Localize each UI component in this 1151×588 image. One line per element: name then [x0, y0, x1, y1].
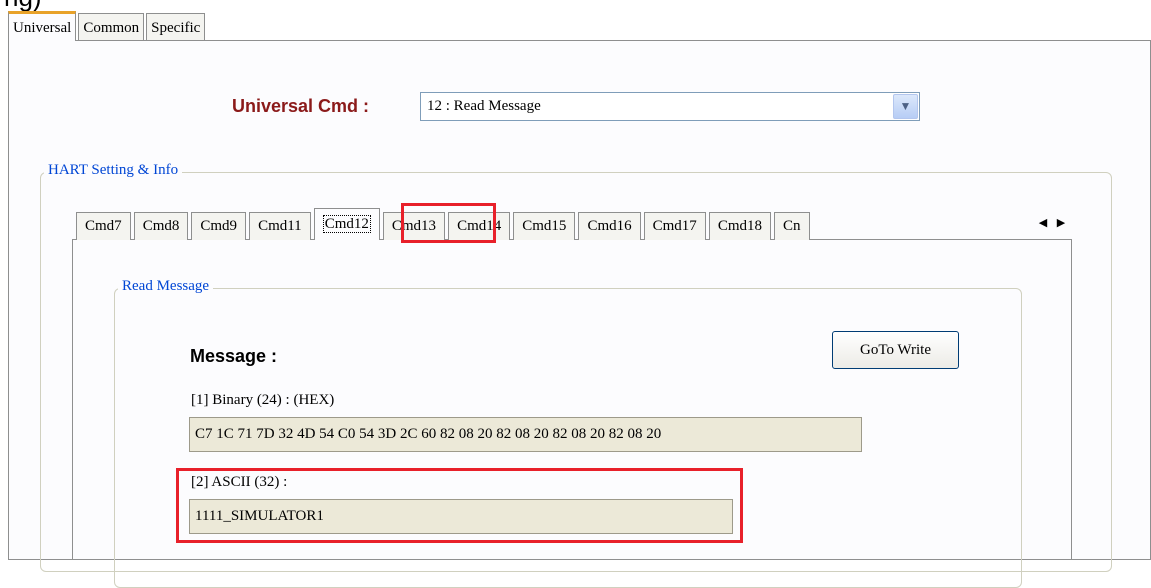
tab-cmd11[interactable]: Cmd11 [249, 212, 311, 240]
tab-cmd12[interactable]: Cmd12 [313, 208, 380, 240]
tab-cmd17[interactable]: Cmd17 [643, 212, 706, 240]
tab-cmd13[interactable]: Cmd13 [382, 212, 446, 240]
goto-write-button[interactable]: GoTo Write [832, 331, 959, 369]
tab-cmd-truncated[interactable]: Cn [774, 212, 810, 240]
tab-common[interactable]: Common [78, 13, 145, 41]
outer-tab-bar: Universal Common Specific [8, 11, 207, 41]
universal-cmd-selected-value: 12 : Read Message [427, 98, 541, 114]
read-message-legend: Read Message [118, 278, 214, 295]
universal-cmd-select[interactable]: 12 : Read Message ▼ [420, 92, 920, 121]
tab-specific[interactable]: Specific [146, 13, 206, 41]
chevron-down-icon[interactable]: ▼ [893, 94, 918, 119]
ascii-field[interactable]: 1111_SIMULATOR1 [189, 499, 733, 534]
chevron-right-icon[interactable]: ▶ [1057, 216, 1065, 229]
tab-cmd15[interactable]: Cmd15 [513, 212, 576, 240]
tab-universal[interactable]: Universal [8, 11, 77, 41]
cropped-caption-text: ng) [0, 0, 200, 10]
tab-cmd9[interactable]: Cmd9 [191, 212, 247, 240]
chevron-left-icon[interactable]: ◀ [1039, 216, 1047, 229]
ascii-label: [2] ASCII (32) : [191, 474, 288, 490]
binary-label: [1] Binary (24) : (HEX) [191, 392, 335, 408]
message-label: Message : [190, 346, 278, 366]
universal-cmd-label: Universal Cmd : [232, 96, 370, 116]
tab-cmd16[interactable]: Cmd16 [578, 212, 641, 240]
tab-cmd8[interactable]: Cmd8 [133, 212, 189, 240]
tab-scroll-buttons: ◀ ▶ [1034, 212, 1070, 232]
tab-cmd14[interactable]: Cmd14 [448, 212, 511, 240]
tab-cmd7[interactable]: Cmd7 [76, 212, 131, 240]
binary-field[interactable]: C7 1C 71 7D 32 4D 54 C0 54 3D 2C 60 82 0… [189, 417, 862, 452]
tab-cmd12-label: Cmd12 [322, 215, 371, 233]
hart-settings-legend: HART Setting & Info [44, 162, 183, 179]
tab-cmd18[interactable]: Cmd18 [708, 212, 771, 240]
cmd-tab-bar: Cmd7 Cmd8 Cmd9 Cmd11 Cmd12 Cmd13 Cmd14 C… [76, 208, 813, 240]
